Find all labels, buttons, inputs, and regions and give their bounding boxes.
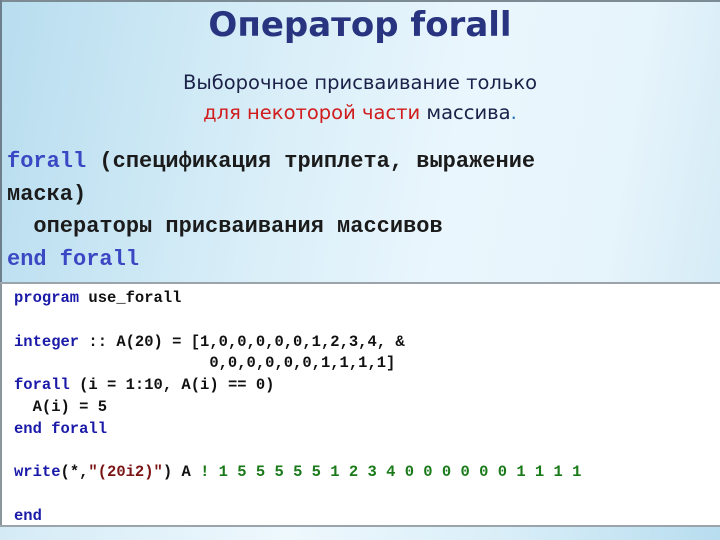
code-listing: program use_forall integer :: A(20) = [1… — [14, 288, 581, 528]
slide-title: Оператор forall — [208, 5, 512, 45]
code-line: end forall — [14, 419, 581, 441]
code-text: ) A — [162, 463, 201, 482]
code-string: "(20i2)" — [88, 463, 163, 482]
syntax-line-1-text: (спецификация триплета, выражение — [86, 149, 536, 174]
syntax-keyword-forall: forall — [7, 149, 87, 174]
code-panel-left-border — [0, 284, 2, 525]
code-keyword: write — [14, 463, 61, 482]
code-keyword: forall — [14, 376, 70, 395]
code-example-panel: program use_forall integer :: A(20) = [1… — [0, 282, 720, 527]
syntax-block: forall (спецификация триплета, выражение… — [7, 146, 717, 276]
code-line: integer :: A(20) = [1,0,0,0,0,0,1,2,3,4,… — [14, 332, 581, 354]
subtitle-period: . — [510, 101, 517, 124]
code-keyword: integer — [14, 332, 80, 351]
syntax-line-2: маска) — [7, 181, 87, 207]
code-line: 0,0,0,0,0,0,1,1,1,1] — [14, 354, 396, 373]
code-line: program use_forall — [14, 288, 581, 310]
code-text: (*, — [60, 463, 89, 482]
syntax-line-3: операторы присваивания массивов — [7, 214, 443, 239]
code-text: :: A(20) = [1,0,0,0,0,0,1,2,3,4, & — [79, 332, 405, 351]
subtitle-line-2: для некоторой части массива. — [0, 98, 720, 128]
code-keyword: program — [14, 289, 80, 307]
code-line: write(*,"(20i2)") A ! 1 5 5 5 5 5 1 2 3 … — [14, 462, 581, 484]
syntax-line-4: end forall — [7, 244, 717, 277]
code-line: end — [14, 506, 581, 528]
subtitle-line-1: Выборочное присваивание только — [182, 71, 538, 94]
slide-subtitle: Выборочное присваивание только для некот… — [0, 68, 720, 128]
subtitle-highlight: для некоторой части — [203, 101, 421, 124]
code-text: (i = 1:10, A(i) == 0) — [69, 376, 275, 395]
code-keyword: end forall — [14, 419, 108, 438]
slide-bottom-strip — [0, 527, 720, 540]
subtitle-rest: массива — [420, 101, 511, 124]
code-line: A(i) = 5 — [14, 397, 108, 416]
code-line: forall (i = 1:10, A(i) == 0) — [14, 375, 581, 397]
syntax-keyword-end-forall: end forall — [7, 246, 140, 272]
code-keyword: end — [14, 506, 42, 525]
code-text: use_forall — [79, 289, 182, 307]
code-comment: ! 1 5 5 5 5 5 1 2 3 4 0 0 0 0 0 0 1 1 1 … — [200, 463, 582, 482]
syntax-line-1: forall (спецификация триплета, выражение — [7, 146, 717, 179]
